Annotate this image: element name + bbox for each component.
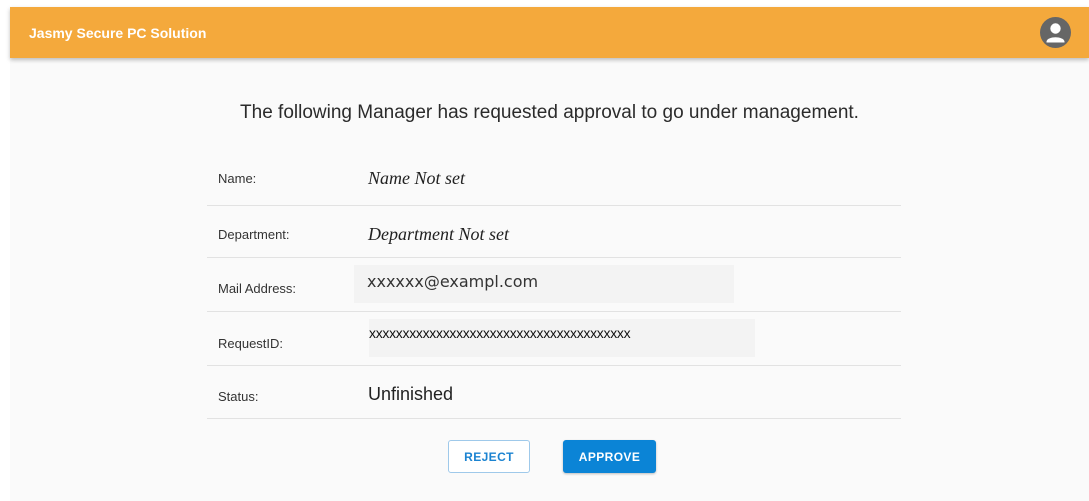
page-heading: The following Manager has requested appr…	[240, 102, 859, 123]
mail-field[interactable]: xxxxxx@exampl.com	[354, 265, 734, 303]
name-value: Name Not set	[368, 168, 465, 188]
app-title: Jasmy Secure PC Solution	[29, 25, 207, 41]
approve-button[interactable]: APPROVE	[563, 440, 656, 473]
account-circle-icon[interactable]	[1040, 17, 1071, 48]
status-label: Status:	[218, 389, 259, 404]
request-id-row: RequestID: xxxxxxxxxxxxxxxxxxxxxxxxxxxxx…	[207, 312, 901, 366]
request-id-label: RequestID:	[218, 336, 284, 351]
mail-label: Mail Address:	[218, 281, 297, 296]
details-list: Name: Name Not set Department: Departmen…	[207, 151, 901, 419]
mail-row: Mail Address: xxxxxx@exampl.com	[207, 258, 901, 312]
status-row: Status: Unfinished	[207, 366, 901, 419]
request-id-field[interactable]: xxxxxxxxxxxxxxxxxxxxxxxxxxxxxxxxxxxxxxx	[369, 319, 755, 357]
app-bar: Jasmy Secure PC Solution	[10, 7, 1089, 58]
app-window: Jasmy Secure PC Solution The following M…	[10, 7, 1089, 501]
name-label: Name:	[218, 171, 257, 186]
department-value: Department Not set	[368, 224, 509, 244]
reject-button[interactable]: REJECT	[448, 440, 530, 473]
approval-card: The following Manager has requested appr…	[10, 58, 1089, 501]
department-label: Department:	[218, 227, 290, 242]
status-value: Unfinished	[368, 384, 454, 404]
name-row: Name: Name Not set	[207, 151, 901, 206]
department-row: Department: Department Not set	[207, 206, 901, 258]
